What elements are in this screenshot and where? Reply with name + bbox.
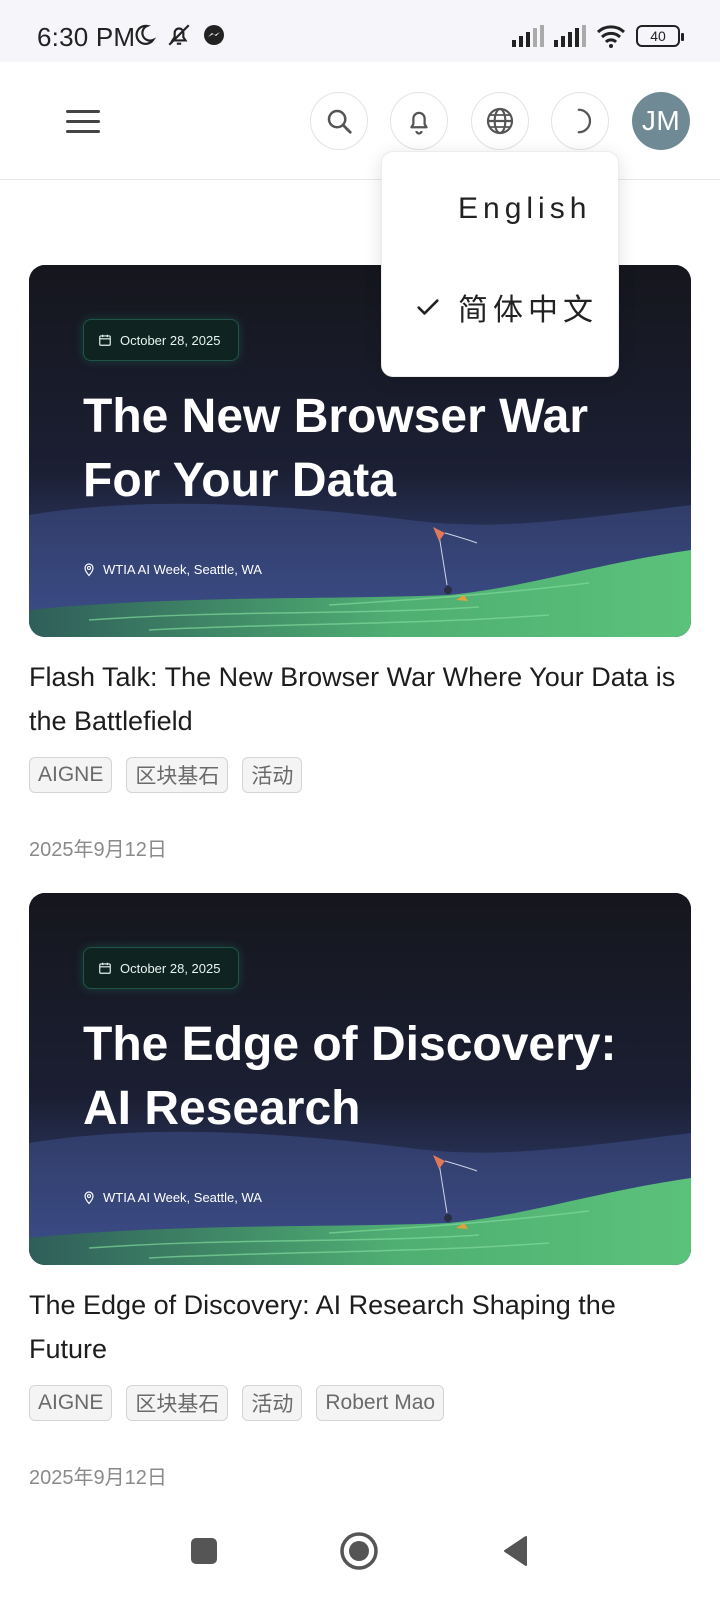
- tag[interactable]: 活动: [242, 1385, 303, 1421]
- status-bar: 6:30 PM 40: [0, 0, 720, 62]
- status-time: 6:30 PM: [37, 22, 136, 52]
- tag[interactable]: Robert Mao: [316, 1385, 445, 1421]
- event-date: 2025年9月12日: [29, 1467, 167, 1489]
- banner-location: WTIA AI Week, Seattle, WA: [83, 562, 262, 577]
- moon-icon: [135, 24, 156, 45]
- location-pin-icon: [84, 562, 94, 576]
- avatar[interactable]: JM: [632, 92, 690, 150]
- home-button[interactable]: [332, 1524, 386, 1578]
- banner-date-pill: October 28, 2025: [83, 319, 240, 361]
- banner-date: October 28, 2025: [120, 960, 221, 976]
- bell-off-icon: [168, 24, 190, 46]
- home-circle-icon: [340, 1532, 378, 1570]
- square-icon: [191, 1538, 217, 1564]
- event-title[interactable]: Flash Talk: The New Browser War Where Yo…: [29, 655, 691, 743]
- banner-title: The Edge of Discovery: AI Research: [83, 1018, 617, 1135]
- event-banner[interactable]: October 28, 2025 The Edge of Discovery: …: [29, 893, 691, 1265]
- messenger-icon: [204, 25, 224, 45]
- tag-list: AIGNE 区块基石 活动: [29, 757, 691, 793]
- menu-icon-bar: [66, 119, 100, 123]
- check-icon: [417, 299, 439, 315]
- calendar-icon: [99, 334, 111, 346]
- banner-date-pill: October 28, 2025: [83, 947, 240, 989]
- wifi-icon: [596, 25, 626, 48]
- event-title[interactable]: The Edge of Discovery: AI Research Shapi…: [29, 1283, 691, 1371]
- banner-location: WTIA AI Week, Seattle, WA: [83, 1190, 262, 1205]
- status-icons-right: 40: [512, 24, 684, 48]
- theme-toggle-button[interactable]: [551, 92, 609, 150]
- banner-date: October 28, 2025: [120, 332, 221, 348]
- calendar-icon: [99, 962, 111, 974]
- signal-icon: [512, 25, 544, 47]
- back-button[interactable]: [488, 1524, 542, 1578]
- tag[interactable]: 区块基石: [126, 1385, 229, 1421]
- bell-icon: [410, 111, 428, 135]
- back-triangle-icon: [504, 1536, 527, 1566]
- globe-icon: [486, 107, 514, 135]
- moon-icon: [577, 108, 592, 134]
- tag-list: AIGNE 区块基石 活动 Robert Mao: [29, 1385, 691, 1421]
- signal-icon: [554, 25, 586, 47]
- status-icons-left: [132, 22, 226, 48]
- system-nav-bar: [0, 1500, 720, 1600]
- banner-title: The New Browser War For Your Data: [83, 390, 589, 507]
- language-option-label: English: [458, 192, 592, 225]
- language-dropdown: English 简体中文: [381, 151, 619, 377]
- menu-button[interactable]: [66, 100, 108, 142]
- location-pin-icon: [84, 1190, 94, 1204]
- event-card[interactable]: October 28, 2025 The Edge of Discovery: …: [29, 893, 691, 1490]
- search-icon: [327, 109, 352, 134]
- language-option-label: 简体中文: [458, 294, 598, 327]
- search-button[interactable]: [310, 92, 368, 150]
- menu-icon-bar: [66, 109, 100, 113]
- banner-location-text: WTIA AI Week, Seattle, WA: [103, 562, 262, 577]
- banner-location-text: WTIA AI Week, Seattle, WA: [103, 1190, 262, 1205]
- menu-icon-bar: [66, 129, 100, 133]
- tag[interactable]: AIGNE: [29, 757, 113, 793]
- language-option-chinese[interactable]: 简体中文: [382, 262, 620, 352]
- language-button[interactable]: [471, 92, 529, 150]
- battery-icon: 40: [636, 25, 684, 47]
- recents-button[interactable]: [177, 1524, 231, 1578]
- tag[interactable]: AIGNE: [29, 1385, 113, 1421]
- tag[interactable]: 活动: [242, 757, 303, 793]
- event-date: 2025年9月12日: [29, 839, 167, 861]
- tag[interactable]: 区块基石: [126, 757, 229, 793]
- language-option-english[interactable]: English: [382, 164, 620, 254]
- notifications-button[interactable]: [390, 92, 448, 150]
